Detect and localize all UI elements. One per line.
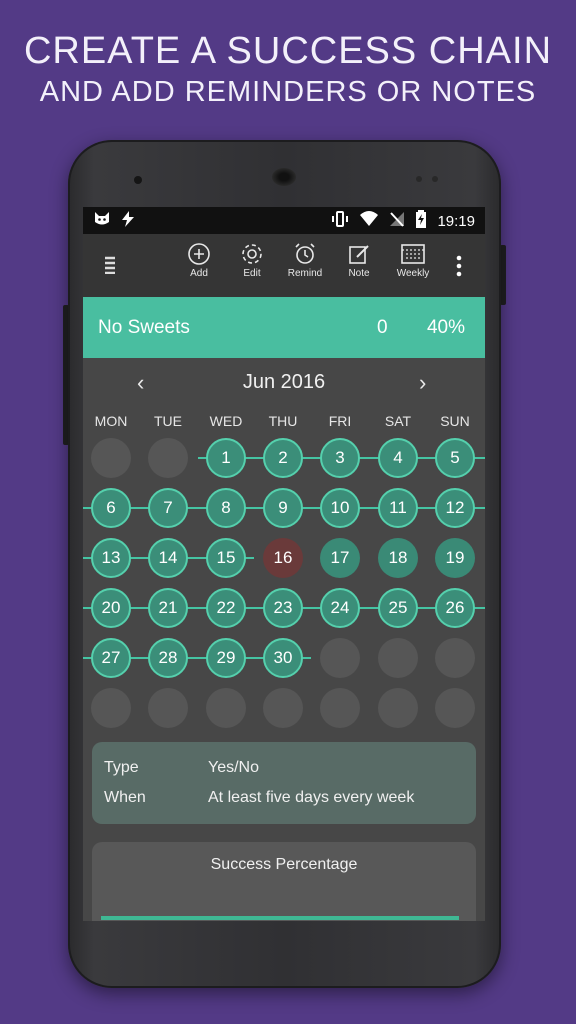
calendar-day[interactable]: 14	[148, 538, 188, 578]
calendar-day[interactable]: 30	[263, 638, 303, 678]
calendar-day[interactable]: 22	[206, 588, 246, 628]
calendar-day[interactable]: 17	[320, 538, 360, 578]
front-camera	[134, 176, 142, 184]
calendar-day[interactable]: 7	[148, 488, 188, 528]
success-percentage-title: Success Percentage	[210, 856, 358, 873]
calendar-day[interactable]: 1	[206, 438, 246, 478]
calendar-day[interactable]: 5	[435, 438, 475, 478]
calendar-day[interactable]: 12	[435, 488, 475, 528]
calendar-day[interactable]: 19	[435, 538, 475, 578]
when-value: At least five days every week	[208, 789, 415, 806]
weekday-label: TUE	[154, 413, 182, 429]
type-value: Yes/No	[208, 759, 259, 776]
calendar-day[interactable]: 27	[91, 638, 131, 678]
promo-subtitle: AND ADD REMINDERS OR NOTES	[39, 76, 537, 108]
calendar-day[interactable]: 4	[378, 438, 418, 478]
calendar-day-empty	[206, 688, 246, 728]
weekday-label: MON	[94, 413, 128, 429]
calendar-day-empty	[148, 688, 188, 728]
calendar-day[interactable]: 11	[378, 488, 418, 528]
calendar-day[interactable]: 21	[148, 588, 188, 628]
calendar-day[interactable]: 2	[263, 438, 303, 478]
calendar-day-empty	[378, 638, 418, 678]
calendar-day[interactable]: 23	[263, 588, 303, 628]
success-progress-bar	[101, 916, 459, 920]
weekday-label: SAT	[384, 413, 412, 429]
success-percentage-card: Success Percentage	[92, 842, 476, 921]
calendar-day-empty	[435, 638, 475, 678]
light-sensor	[432, 176, 438, 182]
calendar-day-empty	[91, 438, 131, 478]
type-label: Type	[104, 759, 139, 776]
calendar-day-empty	[148, 438, 188, 478]
calendar-day-empty	[320, 638, 360, 678]
weekday-label: FRI	[328, 413, 352, 429]
weekday-label: SUN	[440, 413, 470, 429]
calendar-day[interactable]: 15	[206, 538, 246, 578]
calendar-day[interactable]: 6	[91, 488, 131, 528]
calendar-day[interactable]: 24	[320, 588, 360, 628]
calendar-day-empty	[435, 688, 475, 728]
calendar-day-today[interactable]: 16	[263, 538, 303, 578]
proximity-sensor	[416, 176, 422, 182]
earpiece	[272, 168, 296, 186]
habit-info-card: Type Yes/No When At least five days ever…	[92, 742, 476, 824]
app-screen: 19:19 Add Edit Remind Note Weekly No Swe…	[83, 207, 485, 921]
calendar-day[interactable]: 9	[263, 488, 303, 528]
when-label: When	[104, 789, 146, 806]
calendar-day[interactable]: 25	[378, 588, 418, 628]
weekday-label: WED	[209, 413, 243, 429]
promo-title: CREATE A SUCCESS CHAIN	[23, 30, 553, 72]
calendar-day-empty	[263, 688, 303, 728]
calendar-day[interactable]: 13	[91, 538, 131, 578]
calendar-day-empty	[320, 688, 360, 728]
calendar-day[interactable]: 26	[435, 588, 475, 628]
calendar-day[interactable]: 18	[378, 538, 418, 578]
calendar-day[interactable]: 29	[206, 638, 246, 678]
calendar-day[interactable]: 8	[206, 488, 246, 528]
calendar-day[interactable]: 10	[320, 488, 360, 528]
weekday-label: THU	[268, 413, 298, 429]
calendar-day-empty	[91, 688, 131, 728]
calendar-day[interactable]: 3	[320, 438, 360, 478]
calendar-day[interactable]: 20	[91, 588, 131, 628]
calendar-day[interactable]: 28	[148, 638, 188, 678]
calendar-day-empty	[378, 688, 418, 728]
